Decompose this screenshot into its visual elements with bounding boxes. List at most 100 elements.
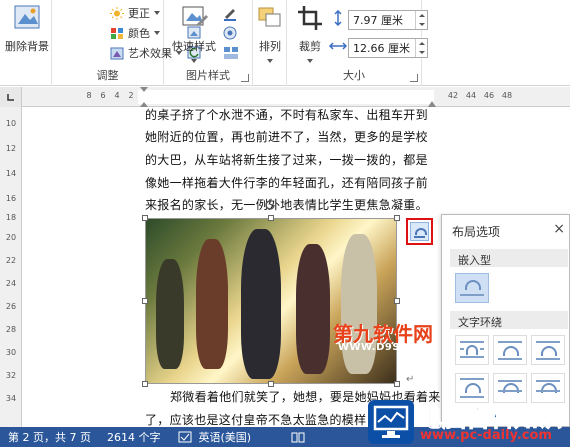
width-spin-buttons[interactable] <box>415 39 427 57</box>
ruler-h-num: 4 <box>114 91 120 100</box>
ruler-h-num: 8 <box>86 91 92 100</box>
photo-figure <box>241 229 281 379</box>
ruler-v-num: 16 <box>5 194 17 203</box>
photo-figure <box>156 259 184 369</box>
ruler-v-num: 18 <box>5 213 17 222</box>
ruler-v-num: 26 <box>5 302 17 311</box>
remove-bg-label: 删除背景 <box>5 40 49 53</box>
watermark-url: WWW.D9SOFT.COM <box>338 342 454 353</box>
ruler-v-num: 10 <box>5 119 17 128</box>
sun-icon <box>110 6 124 20</box>
ruler-v-num: 32 <box>5 371 17 380</box>
resize-handle-w[interactable] <box>142 298 148 304</box>
ruler-v-num: 28 <box>5 325 17 334</box>
logo-url: www.pc-daily.com <box>420 428 552 443</box>
group-size: 裁剪 7.97 厘米 12.66 厘米 大小 <box>287 0 428 86</box>
panel-title: 布局选项 <box>452 225 501 239</box>
tight-wrap-option[interactable] <box>493 335 527 365</box>
ruler-v-num: 20 <box>5 233 17 242</box>
ruler-v-num: 22 <box>5 256 17 265</box>
layout-options-icon <box>410 222 429 241</box>
group-arrange: 排列 <box>253 0 287 86</box>
ruler-v-num: 12 <box>5 144 17 153</box>
doc-line: 她附近的位置，再也前进不了，当然，更多的是学校 <box>145 130 428 144</box>
inline-section-header: 嵌入型 <box>450 249 568 267</box>
arrange-label: 排列 <box>259 40 281 53</box>
ribbon: 删除背景 更正 颜色 艺术效果 调整 快速样式 图片样式 排列 裁剪 7.97 … <box>0 0 570 86</box>
ruler-v-num: 24 <box>5 279 17 288</box>
word-count[interactable]: 2614 个字 <box>107 429 161 445</box>
tab-selector[interactable] <box>0 87 22 107</box>
resize-handle-e[interactable] <box>394 298 400 304</box>
square-wrap-option[interactable] <box>455 335 489 365</box>
language[interactable]: 英语(美国) <box>198 429 251 445</box>
resize-handle-ne[interactable] <box>394 215 400 221</box>
photo-figure <box>296 244 330 374</box>
ruler-v-num: 30 <box>5 348 17 357</box>
doc-line: 来报名的家长，无一例外地表情比学生更焦急凝重。 <box>145 198 428 212</box>
artistic-effects-icon <box>110 47 124 59</box>
doc-line: 像她一样拖着大件行李的年轻面孔，还有陪同孩子前 <box>145 176 428 190</box>
size-launcher[interactable] <box>410 74 418 82</box>
wrap-section-header: 文字环绕 <box>450 311 568 329</box>
doc-line: 的大巴，从车站将新生接了过来，一拨一拨的，都是 <box>145 153 428 167</box>
inline-with-text-option[interactable] <box>455 273 489 303</box>
ruler-h-num: 42 <box>447 91 459 100</box>
ruler-h-num: 2 <box>128 91 134 100</box>
corrections-button[interactable]: 更正 <box>110 4 160 22</box>
arrange-icon <box>258 7 281 27</box>
photo-figure <box>341 234 377 374</box>
resize-handle-n[interactable] <box>268 215 274 221</box>
ruler-h-num: 46 <box>483 91 495 100</box>
rotate-handle-icon[interactable] <box>262 197 278 213</box>
picture-effects-icon[interactable] <box>222 25 240 41</box>
resize-handle-se[interactable] <box>394 381 400 387</box>
corrections-label: 更正 <box>128 7 150 20</box>
styles-launcher[interactable] <box>241 74 249 82</box>
color-label: 颜色 <box>128 27 150 40</box>
layout-options-button[interactable] <box>406 218 433 245</box>
logo-monitor-icon <box>368 400 414 444</box>
close-icon[interactable]: × <box>553 221 565 237</box>
group-adjust: 更正 颜色 艺术效果 调整 <box>52 0 203 86</box>
photo-figure <box>196 239 228 369</box>
page-count[interactable]: 第 2 页，共 7 页 <box>8 429 91 445</box>
indent-marker-icon[interactable] <box>139 87 149 107</box>
resize-handle-s[interactable] <box>268 381 274 387</box>
through-wrap-option[interactable] <box>531 335 565 365</box>
ruler-v-num: 14 <box>5 169 17 178</box>
arrange-button[interactable]: 排列 <box>255 4 285 67</box>
shape-height-icon <box>334 10 342 26</box>
color-button[interactable]: 颜色 <box>110 24 160 42</box>
remove-bg-button[interactable]: 删除背景 <box>4 4 50 54</box>
group-remove-bg: 删除背景 <box>0 0 52 86</box>
group-adjust-label: 调整 <box>96 69 119 82</box>
ruler-v-num: 34 <box>5 394 17 403</box>
word-window: 删除背景 更正 颜色 艺术效果 调整 快速样式 图片样式 排列 裁剪 7.97 … <box>0 0 570 447</box>
ruler-active-area <box>138 90 434 104</box>
resize-handle-nw[interactable] <box>142 215 148 221</box>
read-mode-icon[interactable] <box>291 431 305 443</box>
picture-border-icon[interactable] <box>222 5 240 21</box>
shape-width-icon <box>329 42 347 50</box>
crop-button[interactable]: 裁剪 <box>293 4 327 67</box>
group-picture-styles: 快速样式 图片样式 <box>164 0 253 86</box>
quick-styles-icon <box>182 6 208 26</box>
ruler-h-num: 48 <box>501 91 513 100</box>
group-styles-label: 图片样式 <box>186 69 230 82</box>
resize-handle-sw[interactable] <box>142 381 148 387</box>
height-spinner[interactable]: 7.97 厘米 <box>348 10 428 30</box>
crop-icon <box>298 6 322 30</box>
width-spinner[interactable]: 12.66 厘米 <box>348 38 428 58</box>
quick-styles-button[interactable]: 快速样式 <box>168 4 220 67</box>
doc-line: 的桌子挤了个水泄不通，不时有私家车、出租车开到 <box>145 108 428 122</box>
proofing-icon[interactable] <box>178 431 192 443</box>
site-logo: 电脑百科知识 www.pc-daily.com <box>362 396 570 447</box>
paragraph-mark-icon: ↵ <box>406 374 415 385</box>
height-spin-buttons[interactable] <box>415 11 427 29</box>
picture-layout-icon[interactable] <box>222 45 240 61</box>
selected-picture[interactable] <box>145 218 397 384</box>
color-palette-icon <box>111 27 123 39</box>
quick-styles-label: 快速样式 <box>172 40 216 53</box>
group-size-label: 大小 <box>343 69 365 82</box>
